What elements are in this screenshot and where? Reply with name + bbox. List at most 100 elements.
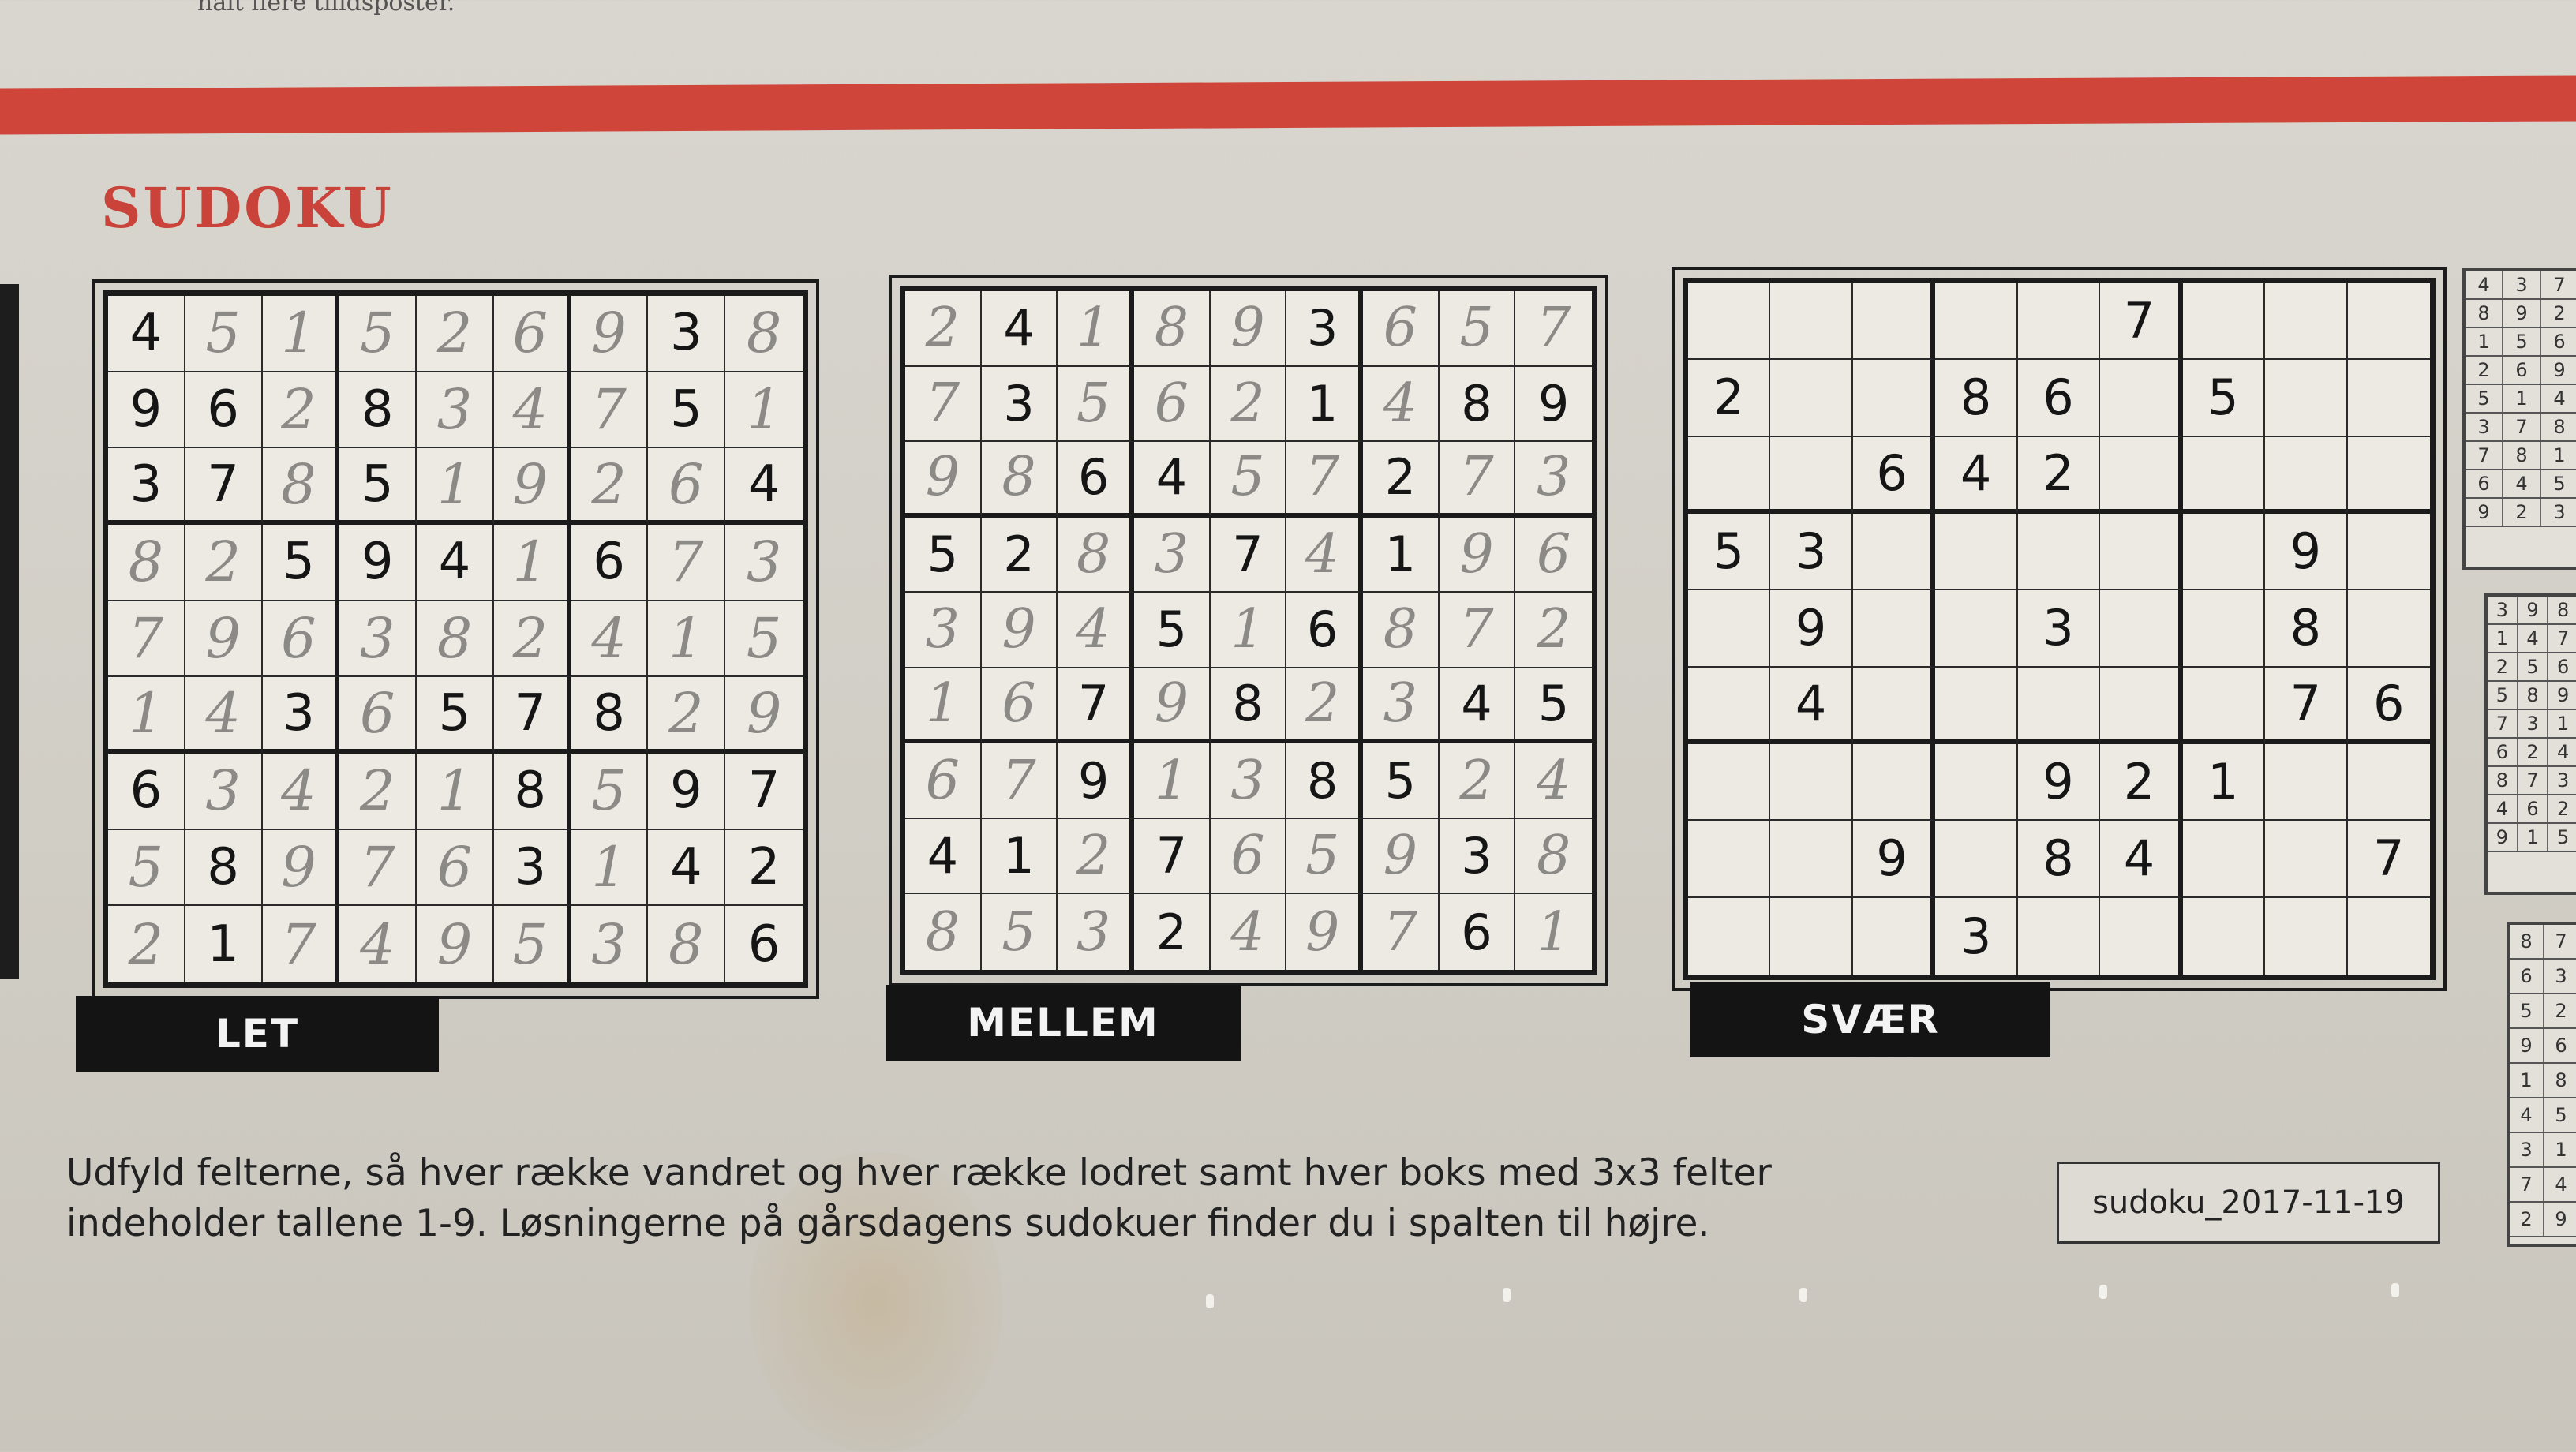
given-digit: 7	[2100, 283, 2183, 361]
pencil-digit: 6	[905, 743, 982, 819]
solution-digit: 1	[2488, 625, 2518, 652]
given-digit: 3	[2017, 590, 2101, 668]
solution-digit: 7	[2510, 1168, 2544, 1201]
pencil-digit: 2	[108, 906, 185, 982]
given-digit: 2	[1362, 442, 1440, 518]
empty-cell	[1852, 360, 1936, 437]
empty-cell	[1852, 514, 1936, 591]
given-digit: 4	[905, 818, 982, 895]
empty-cell	[2100, 360, 2183, 437]
given-digit: 6	[1852, 436, 1936, 514]
solution-digit: 3	[2503, 271, 2541, 298]
solution-digit: 6	[2503, 357, 2541, 384]
pencil-digit: 6	[417, 829, 494, 907]
pencil-digit: 1	[1133, 743, 1211, 819]
given-digit: 8	[493, 753, 571, 830]
fold-mark	[1799, 1288, 1807, 1302]
pencil-digit: 9	[493, 448, 571, 525]
given-digit: 7	[493, 677, 571, 754]
solution-digit: 4	[2548, 739, 2576, 765]
given-digit: 8	[1439, 366, 1516, 443]
solution-digit: 5	[2518, 653, 2549, 680]
pencil-digit: 2	[1515, 593, 1592, 668]
empty-cell	[1688, 744, 1771, 821]
solution-digit: 6	[2548, 653, 2576, 680]
given-digit: 5	[2182, 360, 2266, 437]
solution-digit: 3	[2510, 1133, 2544, 1166]
given-digit: 5	[648, 372, 726, 449]
empty-cell	[2347, 360, 2430, 437]
empty-cell	[2182, 821, 2266, 898]
empty-cell	[1770, 436, 1853, 514]
given-digit: 7	[1058, 668, 1134, 744]
sudoku-grid-svaer: 7286564253993847692198473	[1672, 267, 2447, 991]
given-digit: 7	[185, 448, 263, 525]
pencil-digit: 8	[905, 894, 982, 970]
pencil-digit: 1	[1058, 291, 1134, 367]
given-digit: 9	[1058, 743, 1134, 819]
given-digit: 3	[493, 829, 571, 907]
difficulty-label-let: LET	[76, 996, 439, 1072]
pencil-digit: 8	[262, 448, 340, 525]
pencil-digit: 5	[1210, 442, 1287, 518]
fold-mark	[1503, 1288, 1511, 1302]
pencil-digit: 4	[262, 753, 340, 830]
solution-row: 915	[2488, 824, 2576, 852]
solution-digit: 5	[2510, 994, 2544, 1027]
empty-cell	[1688, 590, 1771, 668]
pencil-digit: 7	[339, 829, 417, 907]
pencil-digit: 7	[1286, 442, 1363, 518]
given-digit: 3	[1935, 897, 2018, 975]
pencil-digit: 6	[648, 448, 726, 525]
given-digit: 6	[571, 524, 649, 601]
empty-cell	[2265, 897, 2348, 975]
given-digit: 6	[747, 915, 781, 974]
solution-row: 52	[2510, 994, 2576, 1029]
pencil-digit: 2	[339, 753, 417, 830]
empty-cell	[2348, 898, 2430, 975]
solution-digit: 8	[2518, 682, 2549, 709]
solution-digit: 1	[2518, 824, 2549, 851]
empty-cell	[2265, 744, 2348, 821]
solution-block-1: 437892156269514378781645923	[2462, 268, 2576, 570]
given-digit: 4	[1439, 668, 1516, 744]
solution-digit: 2	[2488, 653, 2518, 680]
solution-row: 29	[2510, 1203, 2576, 1237]
sudoku-grid-let: 4515269389628347513785192648259416737963…	[92, 279, 819, 999]
instructions: Udfyld felterne, så hver række vandret o…	[66, 1148, 1881, 1249]
empty-cell	[2182, 667, 2266, 744]
pencil-digit: 3	[1362, 668, 1440, 744]
solution-row: 269	[2466, 357, 2576, 385]
empty-cell	[1688, 667, 1771, 744]
given-digit: 9	[2017, 744, 2101, 821]
empty-cell	[1852, 590, 1936, 668]
solution-digit: 1	[2510, 1064, 2544, 1097]
given-digit: 2	[725, 830, 803, 907]
solution-digit: 5	[2466, 385, 2503, 412]
solution-digit: 8	[2541, 414, 2576, 440]
given-digit: 4	[981, 291, 1058, 367]
empty-cell	[2183, 897, 2266, 975]
empty-cell	[2265, 436, 2348, 514]
given-digit: 1	[2182, 744, 2266, 821]
solution-digit: 9	[2466, 499, 2503, 526]
solution-digit: 9	[2541, 357, 2576, 384]
solution-row: 87	[2510, 925, 2576, 960]
solution-row: 873	[2488, 767, 2576, 795]
solution-digit: 2	[2544, 994, 2576, 1027]
pencil-digit: 3	[1210, 743, 1287, 819]
solution-digit: 2	[2548, 795, 2576, 822]
empty-cell	[2017, 667, 2101, 744]
solution-digit: 4	[2518, 625, 2549, 652]
solution-row: 63	[2510, 960, 2576, 994]
pencil-digit: 8	[1133, 291, 1211, 367]
given-digit: 9	[2265, 514, 2348, 591]
empty-cell	[1852, 283, 1936, 361]
solution-row: 398	[2488, 597, 2576, 625]
instructions-line-1: Udfyld felterne, så hver række vandret o…	[66, 1151, 1772, 1195]
solution-digit: 4	[2541, 385, 2576, 412]
solution-digit: 5	[2488, 682, 2518, 709]
difficulty-label-mellem: MELLEM	[886, 985, 1241, 1061]
empty-cell	[1770, 360, 1853, 437]
solution-row: 514	[2466, 385, 2576, 414]
